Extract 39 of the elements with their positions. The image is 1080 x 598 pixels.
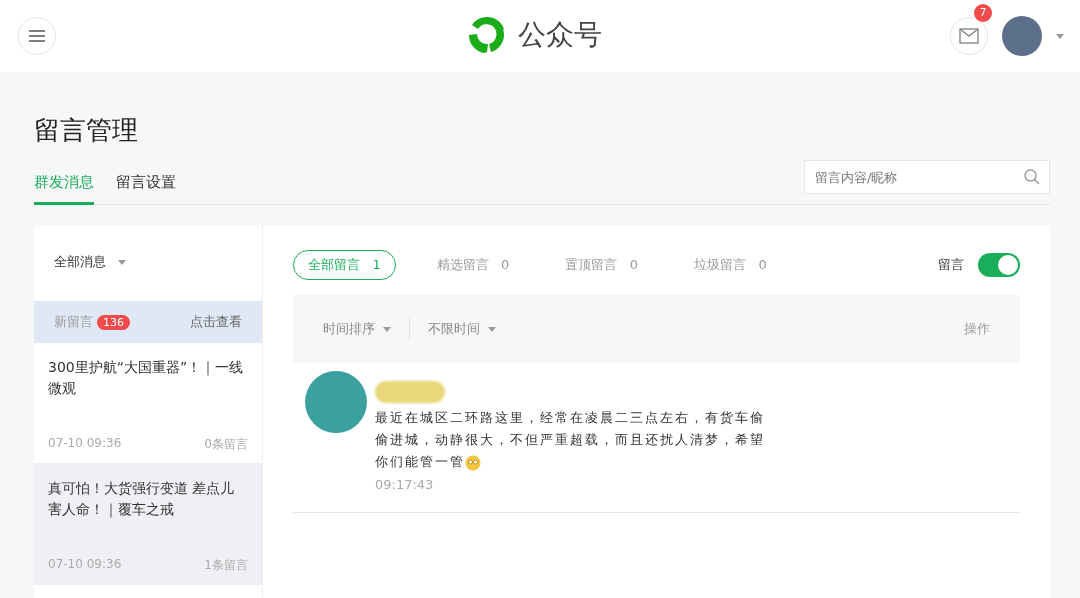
search-icon <box>1024 169 1040 185</box>
filter-tab[interactable]: 置顶留言 0 <box>550 250 653 280</box>
toggle-switch[interactable] <box>978 253 1020 277</box>
page-title: 留言管理 <box>34 114 139 147</box>
toggle-label: 留言 <box>938 256 964 274</box>
filter-tab[interactable]: 垃圾留言 0 <box>679 250 782 280</box>
emoji-icon <box>465 454 481 471</box>
mail-icon <box>959 28 979 44</box>
article-date: 07-10 09:36 <box>48 557 122 573</box>
search-field[interactable]: 留言内容/昵称 <box>804 160 1050 194</box>
comment-text: 最近在城区二环路这里，经常在凌晨二三点左右，有货车偷偷进城，动静很大，不但严重超载，而且还扰人清梦，希望你们能管一管 <box>375 409 766 473</box>
caret-icon <box>488 326 496 332</box>
comment-count: 1条留言 <box>204 557 248 574</box>
new-comments-label: 新留言 <box>54 313 93 331</box>
caret-icon[interactable] <box>1056 33 1064 39</box>
tab[interactable]: 留言设置 <box>116 165 176 205</box>
view-link[interactable]: 点击查看 <box>190 313 242 331</box>
app-title: 公众号 <box>518 17 602 53</box>
article-item[interactable]: 真可怕！大货强行变道 差点儿害人命！｜覆车之戒 07-10 09:36 1条留言 <box>34 464 262 585</box>
menu-button[interactable] <box>18 17 56 55</box>
tab[interactable]: 群发消息 <box>34 165 94 205</box>
column-header: 操作 <box>964 320 990 338</box>
caret-icon <box>118 259 126 265</box>
article-date: 07-10 09:36 <box>48 436 122 452</box>
menu-icon <box>29 30 45 42</box>
sort-dropdown[interactable]: 时间排序 <box>323 320 391 338</box>
filter-tab[interactable]: 精选留言 0 <box>421 250 525 280</box>
article-title: 300里护航“大国重器”！｜一线微观 <box>48 358 245 398</box>
mail-button[interactable] <box>950 17 988 55</box>
blurred-nickname <box>375 381 445 403</box>
time-dropdown[interactable]: 不限时间 <box>428 320 496 338</box>
filter-dropdown[interactable]: 全部消息 <box>54 253 126 271</box>
article-title: 真可怕！大货强行变道 差点儿害人命！｜覆车之戒 <box>48 479 236 520</box>
caret-icon <box>383 326 391 332</box>
comment-time: 09:17:43 <box>375 477 435 492</box>
avatar[interactable] <box>1002 16 1042 56</box>
comment-count: 0条留言 <box>204 436 248 453</box>
count-badge: 136 <box>97 314 130 330</box>
notification-badge: 7 <box>974 4 992 22</box>
